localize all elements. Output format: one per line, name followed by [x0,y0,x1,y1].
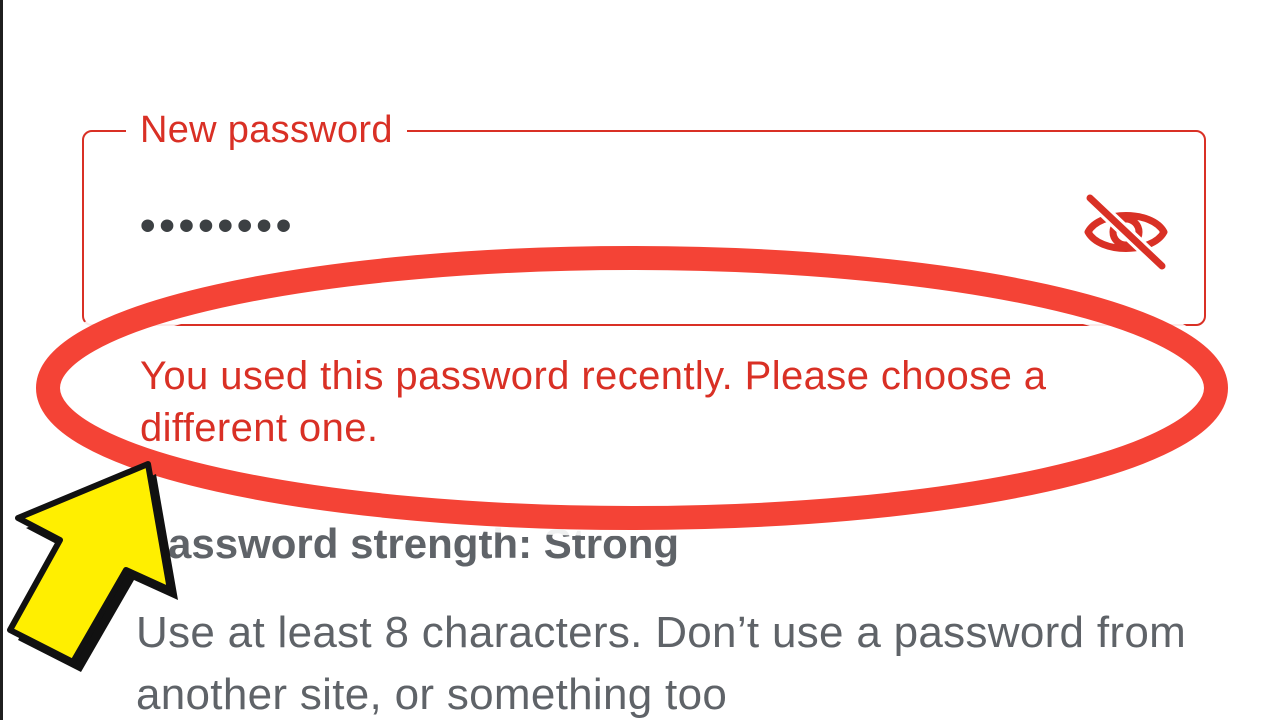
password-strength-text: Password strength: Strong [140,520,680,567]
left-edge-border [0,0,3,720]
visibility-off-icon[interactable] [1078,190,1174,274]
password-error-message: You used this password recently. Please … [140,354,1047,450]
password-hint-text: Use at least 8 characters. Don’t use a p… [136,608,1187,719]
new-password-value[interactable]: •••••••• [140,196,295,256]
screenshot-stage: New password •••••••• You used this pass… [0,0,1280,720]
new-password-label: New password [126,104,407,156]
